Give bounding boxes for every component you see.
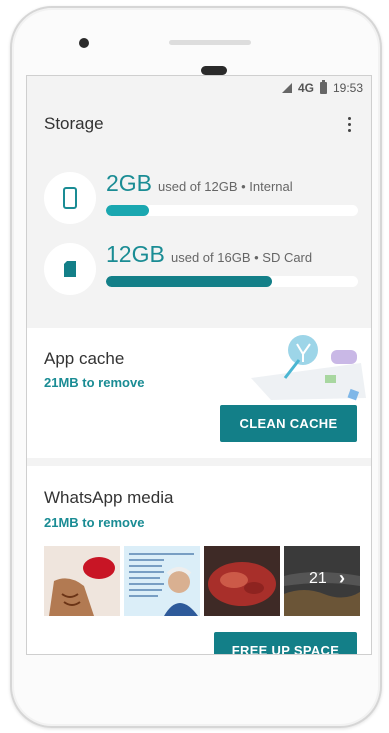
cache-illustration: [251, 335, 366, 401]
whatsapp-title: WhatsApp media: [44, 488, 174, 507]
storage-detail: used of 12GB • Internal: [158, 179, 293, 194]
phone-icon: [44, 172, 96, 224]
signal-icon: [281, 83, 292, 93]
storage-progress-fill: [106, 205, 149, 216]
storage-internal[interactable]: 2GB used of 12GB • Internal: [44, 170, 358, 224]
app-bar: Storage: [27, 100, 371, 148]
media-thumbnail[interactable]: [124, 546, 200, 616]
media-thumbnails: 21 ›: [44, 546, 360, 616]
front-camera: [79, 38, 89, 48]
storage-sd-card[interactable]: 12GB used of 16GB • SD Card: [44, 241, 358, 295]
chevron-right-icon: ›: [339, 568, 345, 588]
phone-screen: 4G 19:53 Storage 2GB used of 12GB • Inte…: [26, 75, 372, 655]
storage-amount: 12GB: [106, 241, 165, 267]
free-up-space-button[interactable]: FREE UP SPACE: [214, 632, 357, 654]
storage-amount: 2GB: [106, 170, 153, 196]
storage-progress-track: [106, 276, 358, 287]
storage-detail: used of 16GB • SD Card: [171, 250, 313, 265]
earpiece-speaker: [169, 40, 251, 45]
battery-icon: [319, 80, 327, 94]
proximity-sensor: [201, 66, 227, 75]
media-thumbnail[interactable]: [204, 546, 280, 616]
page-title: Storage: [44, 114, 104, 133]
more-vert-icon[interactable]: [342, 111, 357, 138]
whatsapp-subtitle: 21MB to remove: [44, 515, 145, 530]
clean-cache-button[interactable]: CLEAN CACHE: [220, 405, 357, 442]
storage-progress-fill: [106, 276, 273, 287]
sd-card-icon: [44, 243, 96, 295]
clock: 19:53: [332, 81, 363, 95]
app-cache-card: App cache 21MB to remove CLEAN CACHE: [27, 328, 371, 458]
more-count: 21: [309, 570, 327, 587]
app-cache-title: App cache: [44, 349, 125, 368]
media-thumbnail-more[interactable]: 21 ›: [284, 546, 360, 616]
network-label: 4G: [297, 81, 314, 95]
whatsapp-media-card: WhatsApp media 21MB to remove 21 › FREE …: [27, 466, 371, 654]
media-thumbnail[interactable]: [44, 546, 120, 616]
storage-progress-track: [106, 205, 358, 216]
app-cache-subtitle: 21MB to remove: [44, 375, 145, 390]
status-bar: 4G 19:53: [27, 76, 371, 100]
